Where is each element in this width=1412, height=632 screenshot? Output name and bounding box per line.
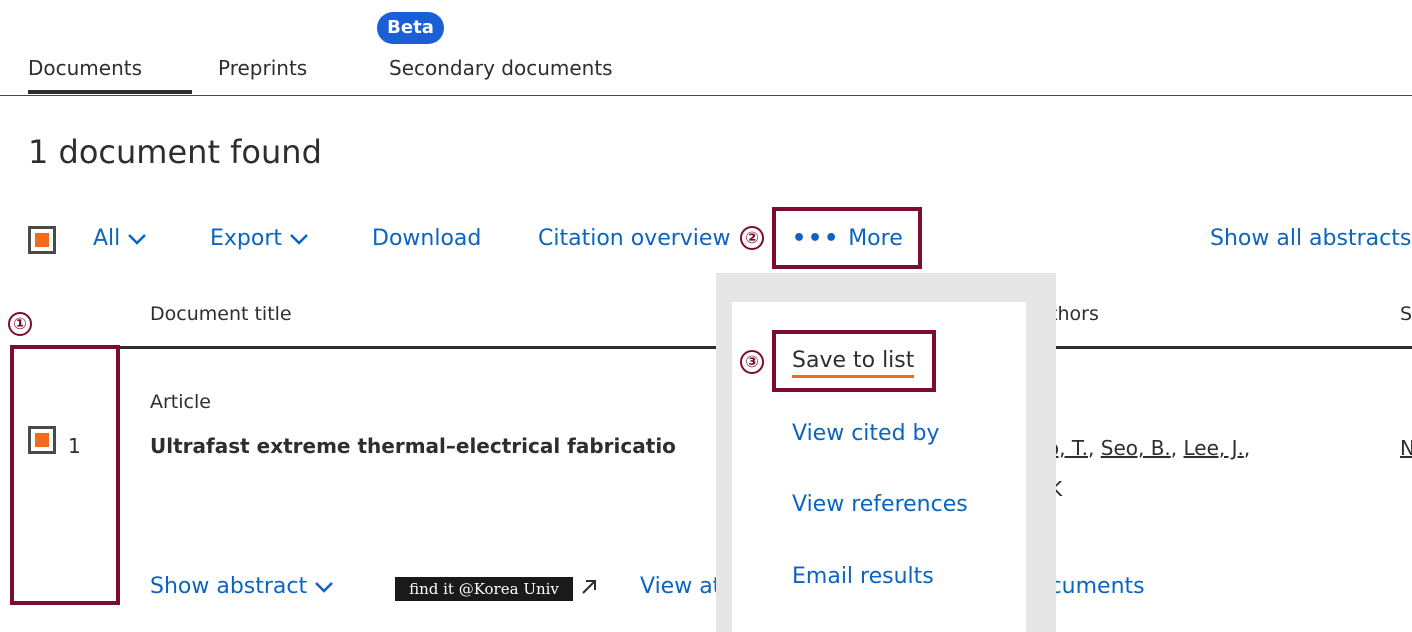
tab-preprints[interactable]: Preprints — [218, 56, 307, 80]
source-link-fragment[interactable]: N — [1400, 436, 1412, 460]
document-type: Article — [150, 391, 211, 413]
all-label: All — [93, 226, 121, 251]
chevron-down-icon — [128, 233, 147, 245]
show-abstract-label: Show abstract — [150, 574, 308, 599]
annotation-number-1: ① — [8, 312, 32, 336]
export-label: Export — [210, 226, 283, 251]
annotation-number-2: ② — [740, 226, 764, 250]
active-tab-indicator — [28, 90, 192, 94]
beta-badge: Beta — [377, 12, 444, 44]
show-all-abstracts-label: Show all abstracts — [1210, 226, 1412, 251]
chevron-down-icon — [315, 581, 334, 593]
download-button[interactable]: Download — [372, 226, 481, 251]
citation-overview-button[interactable]: Citation overview — [538, 226, 730, 251]
author-link[interactable]: Seo, B. — [1101, 436, 1171, 460]
citation-overview-label: Citation overview — [538, 226, 731, 251]
column-header-source[interactable]: S — [1400, 303, 1412, 325]
select-all-dropdown[interactable]: All — [93, 226, 147, 251]
menu-item-view-references[interactable]: View references — [792, 492, 968, 517]
view-at-publisher-link[interactable]: View at — [640, 574, 721, 599]
menu-item-email-results[interactable]: Email results — [792, 564, 934, 589]
select-all-checkbox[interactable] — [28, 226, 56, 254]
annotation-box-1 — [10, 345, 120, 605]
author-link[interactable]: Lee, J. — [1184, 436, 1244, 460]
annotation-box-2 — [772, 207, 922, 269]
chevron-down-icon — [290, 233, 308, 245]
find-it-korea-univ-link[interactable]: find it @Korea Univ — [395, 577, 573, 601]
results-heading: 1 document found — [28, 133, 322, 171]
export-dropdown[interactable]: Export — [210, 226, 308, 251]
annotation-box-3 — [772, 330, 936, 392]
show-all-abstracts-button[interactable]: Show all abstracts — [1210, 226, 1411, 251]
document-title-link[interactable]: Ultrafast extreme thermal–electrical fab… — [150, 434, 676, 458]
menu-item-view-cited-by[interactable]: View cited by — [792, 421, 940, 446]
tab-documents[interactable]: Documents — [28, 56, 142, 80]
download-label: Download — [372, 226, 482, 251]
tabs-divider — [0, 95, 1412, 96]
show-abstract-button[interactable]: Show abstract — [150, 574, 334, 599]
find-it-logo-text: find it @Korea Univ — [409, 580, 559, 598]
checkbox-checked-mark — [35, 233, 49, 247]
view-at-label: View at — [640, 574, 722, 599]
annotation-number-3: ③ — [740, 350, 764, 374]
external-link-icon — [582, 580, 596, 594]
authors-list: Yeo, T., Seo, B., Lee, J., — [1025, 436, 1251, 460]
tab-secondary-documents[interactable]: Secondary documents — [389, 56, 613, 80]
column-header-title[interactable]: Document title — [150, 303, 292, 325]
